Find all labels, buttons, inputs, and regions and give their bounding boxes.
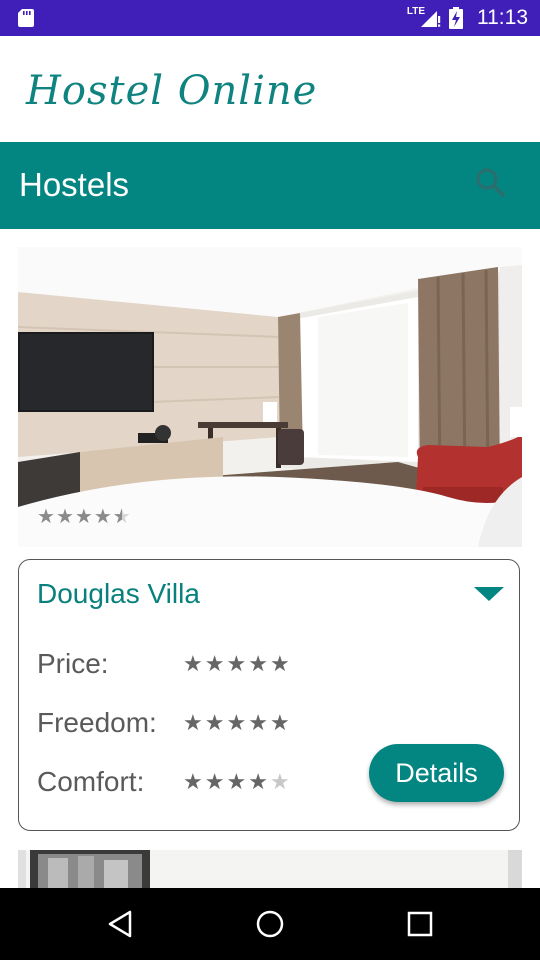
empty-star-icon: ★ [269, 770, 290, 795]
price-label: Price: [37, 648, 109, 679]
star-icon: ★ [226, 711, 247, 736]
freedom-label: Freedom: [37, 707, 157, 738]
details-button[interactable]: Details [369, 744, 504, 802]
hostel-name: Douglas Villa [37, 578, 200, 609]
network-type: LTE [406, 5, 425, 17]
star-icon: ★ [183, 652, 203, 677]
page-title: Hostels [19, 166, 130, 203]
star-icon: ★ [93, 504, 112, 528]
star-icon: ★ [204, 711, 225, 736]
star-icon: ★ [269, 652, 290, 677]
photo-rating-stars: ★ ★ ★ ★ ★★ [37, 506, 131, 526]
status-bar: LTE 11:13 [0, 0, 540, 36]
app-header: Hostel Online [0, 36, 540, 142]
star-icon: ★ [37, 504, 55, 528]
recents-icon [407, 911, 433, 937]
star-icon: ★ [183, 770, 203, 795]
recents-button[interactable] [384, 888, 456, 960]
star-icon: ★ [226, 770, 247, 795]
freedom-stars: ★ ★ ★ ★ ★ [183, 713, 290, 735]
back-button[interactable] [84, 888, 156, 960]
star-icon: ★ [248, 711, 268, 736]
star-icon: ★ [204, 770, 225, 795]
chevron-down-icon[interactable] [473, 585, 505, 603]
back-icon [108, 910, 132, 938]
star-icon: ★ [248, 652, 268, 677]
comfort-label: Comfort: [37, 766, 145, 797]
toolbar: Hostels [0, 142, 540, 229]
home-icon [256, 910, 284, 938]
star-icon: ★ [248, 770, 268, 795]
star-icon: ★ [55, 504, 74, 528]
sd-card-icon [18, 9, 34, 27]
star-icon: ★ [183, 711, 203, 736]
hostel-photo[interactable] [18, 247, 522, 547]
comfort-stars: ★ ★ ★ ★ ★ [183, 772, 290, 794]
navigation-bar [0, 888, 540, 960]
star-icon: ★ [204, 652, 225, 677]
battery-charging-icon [449, 7, 463, 29]
clock: 11:13 [477, 6, 528, 29]
star-icon: ★ [269, 711, 290, 736]
price-stars: ★ ★ ★ ★ ★ [183, 654, 290, 676]
search-icon[interactable] [474, 166, 508, 200]
star-icon: ★ [226, 652, 247, 677]
half-star-icon: ★★ [112, 504, 131, 528]
star-icon: ★ [74, 504, 93, 528]
app-title: Hostel Online [26, 68, 318, 114]
home-button[interactable] [234, 888, 306, 960]
next-hostel-photo[interactable] [18, 850, 522, 888]
